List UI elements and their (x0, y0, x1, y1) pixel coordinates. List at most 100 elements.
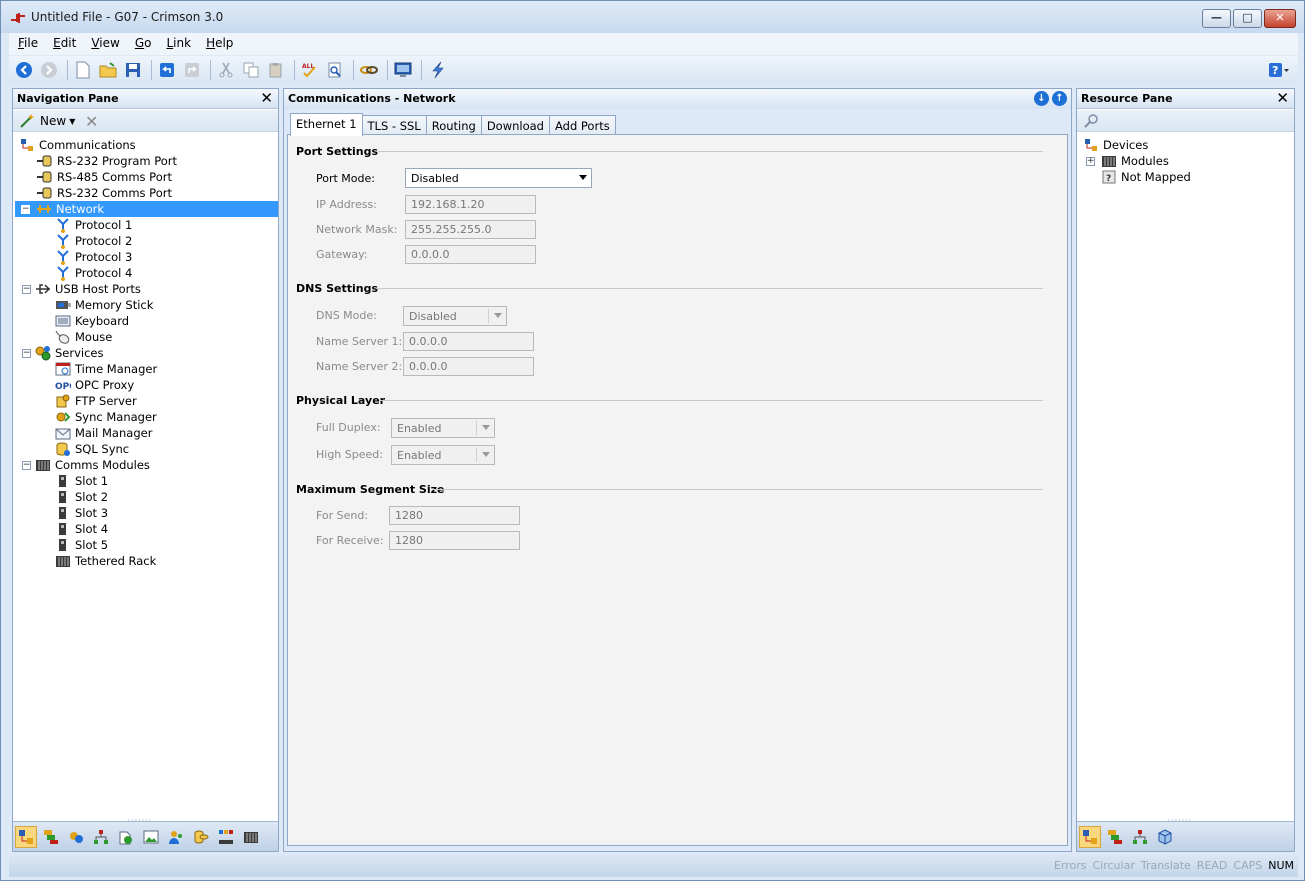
tab-add-ports[interactable]: Add Ports (548, 115, 616, 135)
tree-item-slot-4[interactable]: Slot 4 (55, 521, 108, 537)
name-server-1-field[interactable]: 0.0.0.0 (403, 332, 534, 351)
previous-item-button[interactable]: ↑ (1052, 91, 1067, 106)
check-all-button[interactable]: ALL (299, 59, 321, 81)
dns-mode-select[interactable]: Disabled (403, 306, 507, 326)
tree-item-usb-host-ports[interactable]: USB Host Ports (35, 281, 141, 297)
search-icon[interactable] (1083, 113, 1099, 132)
expand-icon[interactable]: + (1086, 157, 1095, 166)
splitter-grip[interactable]: ······· (128, 816, 153, 825)
forward-button[interactable] (38, 59, 60, 81)
tree-item-slot-3[interactable]: Slot 3 (55, 505, 108, 521)
navigation-pane-close-icon[interactable]: ✕ (260, 90, 273, 106)
tree-item-services[interactable]: Services (35, 345, 104, 361)
send-button[interactable] (426, 59, 448, 81)
category-programs-button[interactable] (90, 826, 112, 848)
help-dropdown-button[interactable]: ? (1268, 60, 1290, 80)
category-display-pages-button[interactable] (65, 826, 87, 848)
tree-item-memory-stick[interactable]: Memory Stick (55, 297, 153, 313)
tree-item-opc-proxy[interactable]: OPC OPC Proxy (55, 377, 134, 393)
tree-item-communications[interactable]: Communications (19, 137, 136, 153)
menu-view[interactable]: View (82, 33, 125, 55)
new-item-button[interactable]: New ▼ (19, 113, 75, 129)
tree-item-mail-manager[interactable]: Mail Manager (55, 425, 152, 441)
collapse-icon[interactable]: − (22, 349, 31, 358)
save-file-button[interactable] (122, 59, 144, 81)
category-data-tags-button[interactable] (40, 826, 62, 848)
resource-pane-close-icon[interactable]: ✕ (1276, 90, 1289, 106)
close-window-button[interactable]: ✕ (1264, 9, 1296, 28)
tree-item-slot-2[interactable]: Slot 2 (55, 489, 108, 505)
find-button[interactable] (324, 59, 346, 81)
tree-item-rs485-comms-port[interactable]: RS-485 Comms Port (37, 169, 172, 185)
undo-button[interactable] (156, 59, 178, 81)
ip-address-field[interactable]: 192.168.1.20 (405, 195, 536, 214)
tab-routing[interactable]: Routing (425, 115, 482, 135)
tree-item-modules[interactable]: Modules (1101, 153, 1169, 169)
high-speed-select[interactable]: Enabled (391, 445, 495, 465)
title-bar[interactable]: Untitled File - G07 - Crimson 3.0 — □ ✕ (1, 1, 1304, 33)
maximize-button[interactable]: □ (1233, 9, 1262, 28)
tab-tls-ssl[interactable]: TLS - SSL (361, 115, 427, 135)
link-button[interactable] (358, 59, 380, 81)
display-button[interactable] (392, 59, 414, 81)
tree-item-not-mapped[interactable]: ? Not Mapped (1101, 169, 1191, 185)
category-image-button[interactable] (140, 826, 162, 848)
menu-go[interactable]: Go (126, 33, 158, 55)
cut-button[interactable] (215, 59, 237, 81)
tree-item-tethered-rack[interactable]: Tethered Rack (55, 553, 156, 569)
menu-file[interactable]: File (9, 33, 44, 55)
network-mask-field[interactable]: 255.255.255.0 (405, 220, 536, 239)
tab-ethernet-1[interactable]: Ethernet 1 (290, 113, 363, 136)
tree-item-protocol-2[interactable]: Protocol 2 (55, 233, 132, 249)
next-item-button[interactable]: ↓ (1034, 91, 1049, 106)
resource-system-button[interactable] (1154, 826, 1176, 848)
full-duplex-select[interactable]: Enabled (391, 418, 495, 438)
new-file-button[interactable] (72, 59, 94, 81)
tree-item-time-manager[interactable]: Time Manager (55, 361, 157, 377)
tree-item-keyboard[interactable]: Keyboard (55, 313, 129, 329)
tree-item-network[interactable]: − Network (15, 201, 278, 217)
gateway-field[interactable]: 0.0.0.0 (405, 245, 536, 264)
category-data-logger-button[interactable] (190, 826, 212, 848)
copy-button[interactable] (240, 59, 262, 81)
tree-item-sql-sync[interactable]: SQL Sync (55, 441, 129, 457)
tree-item-slot-5[interactable]: Slot 5 (55, 537, 108, 553)
tree-item-protocol-3[interactable]: Protocol 3 (55, 249, 132, 265)
tree-item-ftp-server[interactable]: FTP Server (55, 393, 137, 409)
tree-item-devices[interactable]: Devices (1083, 137, 1148, 153)
port-mode-select[interactable]: Disabled (405, 168, 592, 188)
tree-item-sync-manager[interactable]: Sync Manager (55, 409, 157, 425)
menu-help[interactable]: Help (197, 33, 239, 55)
resource-devices-button[interactable] (1079, 825, 1101, 848)
resource-tags-button[interactable] (1104, 826, 1126, 848)
collapse-icon[interactable]: − (22, 461, 31, 470)
tree-item-mouse[interactable]: Mouse (55, 329, 112, 345)
name-server-2-field[interactable]: 0.0.0.0 (403, 357, 534, 376)
category-control-button[interactable] (215, 826, 237, 848)
tree-item-rs232-comms-port[interactable]: RS-232 Comms Port (37, 185, 172, 201)
tree-item-protocol-4[interactable]: Protocol 4 (55, 265, 132, 281)
resource-programs-button[interactable] (1129, 826, 1151, 848)
category-web-server-button[interactable] (115, 826, 137, 848)
menu-edit[interactable]: Edit (44, 33, 82, 55)
collapse-icon[interactable]: − (22, 285, 31, 294)
category-communications-button[interactable] (15, 825, 37, 848)
for-receive-field[interactable]: 1280 (389, 531, 520, 550)
back-button[interactable] (13, 59, 35, 81)
redo-button[interactable] (181, 59, 203, 81)
delete-item-icon[interactable]: ✕ (85, 112, 98, 131)
tree-item-comms-modules[interactable]: Comms Modules (35, 457, 150, 473)
tree-item-rs232-program-port[interactable]: RS-232 Program Port (37, 153, 177, 169)
minimize-button[interactable]: — (1202, 9, 1231, 28)
tab-download[interactable]: Download (480, 115, 550, 135)
category-users-button[interactable] (165, 826, 187, 848)
tree-item-slot-1[interactable]: Slot 1 (55, 473, 108, 489)
for-send-field[interactable]: 1280 (389, 506, 520, 525)
menu-link[interactable]: Link (157, 33, 197, 55)
tree-item-protocol-1[interactable]: Protocol 1 (55, 217, 132, 233)
splitter-grip[interactable]: ······· (1168, 816, 1193, 825)
open-file-button[interactable] (97, 59, 119, 81)
paste-button[interactable] (265, 59, 287, 81)
collapse-icon[interactable]: − (21, 204, 30, 214)
category-modules-button[interactable] (240, 826, 262, 848)
